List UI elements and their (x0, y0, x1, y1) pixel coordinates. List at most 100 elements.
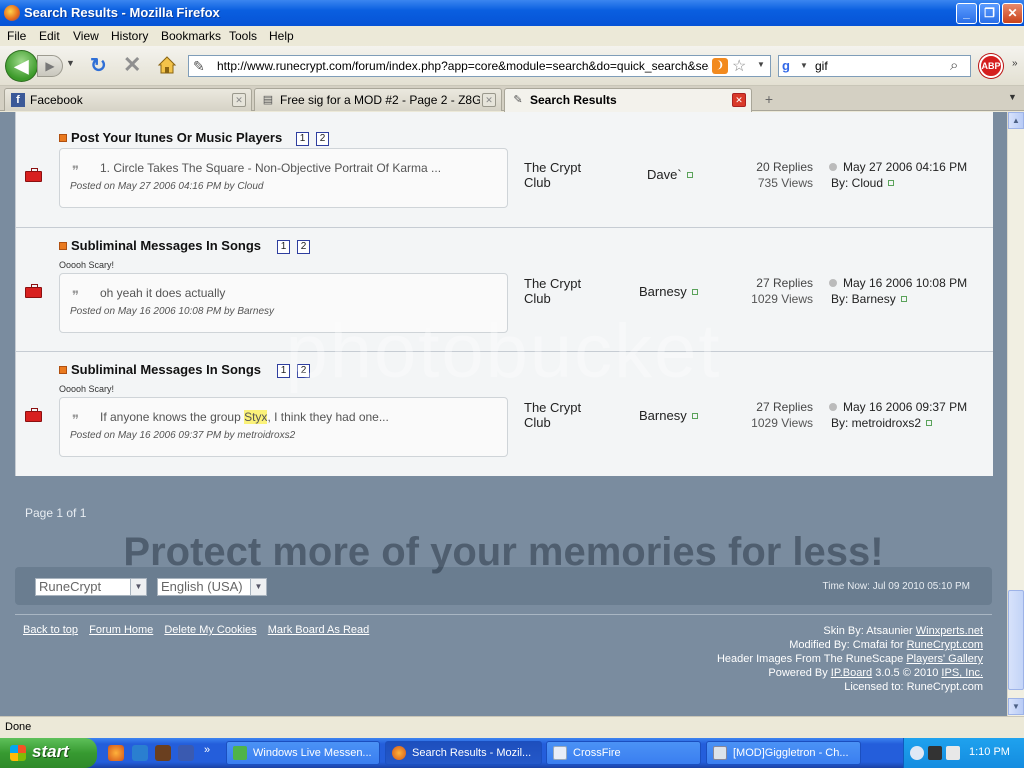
profile-card-icon[interactable] (900, 296, 907, 302)
clock[interactable]: 1:10 PM (969, 746, 1010, 758)
search-bar[interactable]: g ▼ ⌕ (778, 55, 971, 77)
rss-feed-icon[interactable]: ❩ (712, 58, 728, 74)
snippet-text: oh yeah it does actually (100, 286, 226, 300)
scroll-thumb[interactable] (1008, 590, 1024, 690)
forward-button[interactable]: ▶ (37, 55, 63, 77)
quicklaunch-more-icon[interactable]: » (204, 744, 210, 756)
language-select[interactable]: English (USA) ▼ (157, 578, 267, 596)
search-input[interactable] (815, 58, 945, 74)
close-tab-icon[interactable]: ✕ (232, 93, 246, 107)
task-giggletron[interactable]: [MOD]Giggletron - Ch... (706, 741, 861, 765)
last-post-icon (829, 403, 837, 411)
topic-title-link[interactable]: Post Your Itunes Or Music Players (71, 130, 282, 145)
runecrypt-link[interactable]: RuneCrypt.com (907, 639, 983, 651)
search-magnifier-icon[interactable]: ⌕ (950, 57, 958, 74)
skin-select[interactable]: RuneCrypt ▼ (35, 578, 147, 596)
start-button[interactable]: start (0, 738, 97, 768)
back-button[interactable]: ◀ (5, 50, 38, 82)
navigation-toolbar: ◀ ▶ ▼ ↻ ✕ ✎ http://www.runecrypt.com/for… (0, 46, 1024, 86)
reload-icon[interactable]: ↻ (90, 56, 107, 76)
players-gallery-link[interactable]: Players' Gallery (906, 653, 983, 665)
profile-card-icon[interactable] (686, 172, 693, 178)
scroll-down-button[interactable]: ▼ (1008, 698, 1024, 715)
bookmark-star-icon[interactable]: ☆ (732, 56, 746, 76)
ipboard-link[interactable]: IP.Board (831, 667, 872, 679)
toolbar-overflow-icon[interactable]: » (1012, 58, 1018, 69)
list-all-tabs-icon[interactable]: ▼ (1008, 92, 1017, 102)
profile-card-icon[interactable] (691, 413, 698, 419)
profile-card-icon[interactable] (691, 289, 698, 295)
topic-title-link[interactable]: Subliminal Messages In Songs (71, 362, 261, 377)
page-link-2[interactable]: 2 (316, 132, 329, 146)
back-to-top-link[interactable]: Back to top (23, 624, 78, 636)
task-crossfire[interactable]: CrossFire (546, 741, 701, 765)
history-dropdown-icon[interactable]: ▼ (66, 58, 75, 68)
forum-link[interactable]: The Crypt Club (524, 160, 604, 190)
winxperts-link[interactable]: Winxperts.net (916, 625, 983, 637)
firefox-quicklaunch-icon[interactable] (108, 745, 124, 761)
topic-starter[interactable]: Dave` (647, 167, 693, 182)
replies-count: 27 Replies (756, 276, 813, 290)
media-quicklaunch-icon[interactable] (178, 745, 194, 761)
close-tab-icon[interactable]: ✕ (482, 93, 496, 107)
chevron-down-icon[interactable]: ▼ (250, 579, 266, 595)
menu-history[interactable]: History (111, 29, 148, 43)
ips-link[interactable]: IPS, Inc. (941, 667, 983, 679)
site-identity-icon[interactable]: ✎ (193, 58, 205, 75)
mark-board-read-link[interactable]: Mark Board As Read (268, 624, 370, 636)
menu-edit[interactable]: Edit (39, 29, 60, 43)
restore-button[interactable]: ❐ (979, 3, 1000, 24)
menu-tools[interactable]: Tools (229, 29, 257, 43)
page-link-1[interactable]: 1 (277, 364, 290, 378)
last-post-author[interactable]: By: Cloud (831, 176, 883, 190)
volume-icon[interactable] (946, 746, 960, 760)
menu-file[interactable]: File (7, 29, 26, 43)
last-post-author[interactable]: By: metroidroxs2 (831, 416, 921, 430)
task-windows-live-messenger[interactable]: Windows Live Messen... (226, 741, 380, 765)
vertical-scrollbar[interactable]: ▲ ▼ (1007, 112, 1024, 716)
app-quicklaunch-icon[interactable] (132, 745, 148, 761)
page-link-2[interactable]: 2 (297, 240, 310, 254)
tab-facebook[interactable]: f Facebook ✕ (4, 88, 252, 111)
minimize-button[interactable]: _ (956, 3, 977, 24)
last-post-date[interactable]: May 16 2006 10:08 PM (843, 276, 967, 290)
views-count: 1029 Views (751, 292, 813, 306)
topic-starter[interactable]: Barnesy (639, 284, 698, 299)
search-engine-dropdown-icon[interactable]: ▼ (800, 61, 808, 70)
page-link-1[interactable]: 1 (296, 132, 309, 146)
stop-icon[interactable]: ✕ (123, 54, 141, 76)
menu-help[interactable]: Help (269, 29, 294, 43)
last-post-date[interactable]: May 27 2006 04:16 PM (843, 160, 967, 174)
forum-link[interactable]: The Crypt Club (524, 400, 604, 430)
task-firefox-search-results[interactable]: Search Results - Mozil... (385, 741, 542, 765)
tray-expand-icon[interactable] (910, 746, 924, 760)
adblock-plus-icon[interactable]: ABP (979, 54, 1003, 78)
scroll-up-button[interactable]: ▲ (1008, 112, 1024, 129)
page-link-2[interactable]: 2 (297, 364, 310, 378)
new-tab-button[interactable]: + (758, 89, 780, 109)
game-quicklaunch-icon[interactable] (155, 745, 171, 761)
tab-search-results[interactable]: ✎ Search Results ✕ (504, 88, 752, 112)
forum-link[interactable]: The Crypt Club (524, 276, 604, 306)
menu-bookmarks[interactable]: Bookmarks (161, 29, 221, 43)
last-post-date[interactable]: May 16 2006 09:37 PM (843, 400, 967, 414)
url-bar[interactable]: ✎ http://www.runecrypt.com/forum/index.p… (188, 55, 771, 77)
page-link-1[interactable]: 1 (277, 240, 290, 254)
profile-card-icon[interactable] (926, 420, 933, 426)
profile-card-icon[interactable] (888, 180, 895, 186)
chevron-down-icon[interactable]: ▼ (130, 579, 146, 595)
topic-title-link[interactable]: Subliminal Messages In Songs (71, 238, 261, 253)
topic-starter[interactable]: Barnesy (639, 408, 698, 423)
forum-home-link[interactable]: Forum Home (89, 624, 153, 636)
menu-view[interactable]: View (73, 29, 99, 43)
close-window-button[interactable]: ✕ (1002, 3, 1023, 24)
last-post-author[interactable]: By: Barnesy (831, 292, 896, 306)
close-tab-icon[interactable]: ✕ (732, 93, 746, 107)
url-text[interactable]: http://www.runecrypt.com/forum/index.php… (217, 59, 709, 73)
tab-free-sig[interactable]: ▤ Free sig for a MOD #2 - Page 2 - Z8Ga.… (254, 88, 502, 111)
delete-cookies-link[interactable]: Delete My Cookies (164, 624, 256, 636)
url-dropdown-icon[interactable]: ▼ (757, 60, 765, 69)
home-icon[interactable] (157, 55, 177, 75)
network-icon[interactable] (928, 746, 942, 760)
google-engine-icon[interactable]: g (782, 58, 798, 74)
